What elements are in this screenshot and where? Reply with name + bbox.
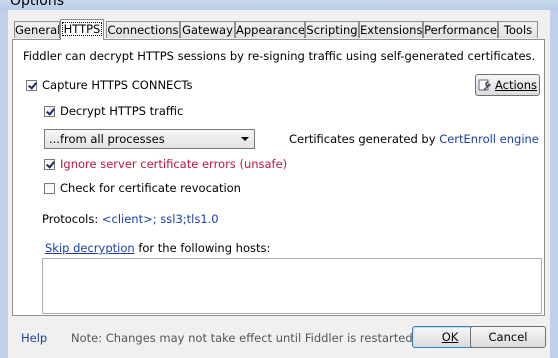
https-description: Fiddler can decrypt HTTPS sessions by re…: [23, 49, 536, 63]
tab-performance-label: Performance: [424, 23, 497, 37]
tab-general-label: General: [15, 23, 60, 37]
decrypt-https-checkmark[interactable]: [44, 105, 55, 117]
protocols-info: Protocols: <client>; ssl3;tls1.0: [42, 212, 219, 226]
skip-decryption-link[interactable]: Skip decryption: [45, 241, 135, 255]
ignore-cert-errors-checkbox[interactable]: Ignore server certificate errors (unsafe…: [44, 157, 287, 171]
tab-https[interactable]: HTTPS: [60, 19, 104, 40]
check-revocation-checkbox[interactable]: Check for certificate revocation: [44, 181, 241, 195]
tab-connections[interactable]: Connections: [106, 21, 180, 38]
tab-tools-label: Tools: [503, 23, 533, 37]
ignore-cert-errors-label: Ignore server certificate errors (unsafe…: [60, 157, 288, 171]
tab-gateway[interactable]: Gateway: [180, 21, 235, 38]
tab-appearance-label: Appearance: [236, 23, 305, 37]
tab-extensions[interactable]: Extensions: [359, 21, 423, 38]
tab-connections-label: Connections: [107, 23, 179, 37]
actions-label: Actions: [494, 78, 537, 92]
process-filter-value: ...from all processes: [49, 132, 165, 146]
tab-general[interactable]: General: [14, 21, 60, 38]
skip-decryption-text: for the following hosts:: [134, 241, 271, 255]
protocols-link[interactable]: <client>; ssl3;tls1.0: [102, 212, 219, 226]
wrench-icon: [478, 79, 491, 91]
cert-engine-link[interactable]: CertEnroll engine: [439, 132, 539, 146]
ok-label: OK: [441, 330, 459, 344]
check-revocation-label: Check for certificate revocation: [60, 181, 241, 195]
https-panel: Fiddler can decrypt HTTPS sessions by re…: [12, 39, 545, 316]
restart-note: Note: Changes may not take effect until …: [71, 331, 417, 345]
dialog-body: General HTTPS Connections Gateway Appear…: [8, 10, 550, 358]
cert-engine-info: Certificates generated by CertEnroll eng…: [289, 132, 539, 146]
tab-scripting-label: Scripting: [306, 23, 358, 37]
decrypt-https-checkbox[interactable]: Decrypt HTTPS traffic: [44, 104, 183, 118]
help-link[interactable]: Help: [21, 331, 47, 345]
title-bar: Options: [0, 0, 558, 10]
capture-https-checkmark[interactable]: [26, 79, 37, 91]
skip-decryption-row: Skip decryption for the following hosts:: [45, 241, 270, 255]
dropdown-arrow-icon: [241, 137, 249, 141]
protocols-label: Protocols:: [42, 212, 102, 226]
tab-extensions-label: Extensions: [360, 23, 423, 37]
tab-scripting[interactable]: Scripting: [305, 21, 359, 38]
ignore-cert-errors-checkmark[interactable]: [44, 158, 55, 170]
process-filter-select[interactable]: ...from all processes: [44, 129, 255, 149]
tab-appearance[interactable]: Appearance: [235, 21, 305, 38]
check-revocation-box[interactable]: [44, 182, 55, 194]
window-frame-right: [550, 10, 558, 358]
capture-https-label: Capture HTTPS CONNECTs: [42, 78, 193, 92]
skip-hosts-textarea[interactable]: [42, 258, 542, 314]
tab-https-label: HTTPS: [61, 22, 103, 36]
tab-performance[interactable]: Performance: [423, 21, 498, 38]
window-title: Options: [10, 0, 65, 9]
cert-engine-prefix: Certificates generated by: [289, 132, 440, 146]
capture-https-checkbox[interactable]: Capture HTTPS CONNECTs: [26, 78, 192, 92]
cancel-button[interactable]: Cancel: [470, 326, 546, 348]
decrypt-https-label: Decrypt HTTPS traffic: [60, 104, 184, 118]
tab-tools[interactable]: Tools: [498, 21, 538, 38]
window-frame-left: [0, 10, 8, 358]
actions-button[interactable]: Actions: [475, 74, 540, 96]
tab-gateway-label: Gateway: [182, 23, 233, 37]
cancel-label: Cancel: [488, 330, 528, 344]
